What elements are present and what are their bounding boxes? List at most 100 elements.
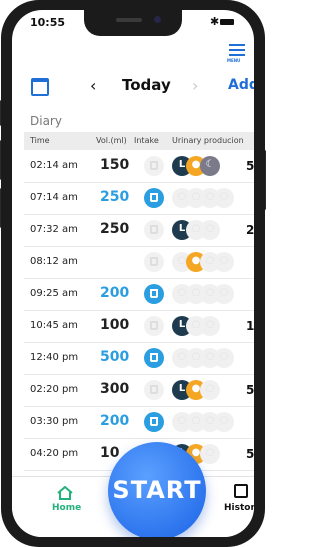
intake-cup-icon: [144, 284, 164, 304]
cup-glyph: [150, 385, 158, 394]
empty-slot-icon: ○: [200, 380, 220, 400]
empty-slot-icon: ○: [200, 316, 220, 336]
row-time: 03:30 pm: [30, 416, 79, 427]
urinary-icons: ○ ● ○ ○: [172, 252, 252, 272]
table-row[interactable]: 10:45 am100L○○1›: [24, 310, 254, 343]
menu-icon-bar: [229, 54, 245, 56]
start-button[interactable]: START: [108, 442, 206, 537]
row-volume: 300: [100, 381, 130, 397]
table-row[interactable]: 09:25 am200○○○○›: [24, 278, 254, 311]
status-time: 10:55: [30, 16, 66, 29]
diary-title: Diary: [30, 114, 62, 128]
intake-cup-icon: [144, 220, 164, 240]
row-time: 08:12 am: [30, 256, 78, 267]
table-header: Time Vol.(ml) Intake Urinary producion: [24, 132, 254, 150]
empty-slot-icon: ○: [214, 188, 234, 208]
intake-cup-icon: [144, 188, 164, 208]
row-count: 5: [246, 159, 254, 173]
row-volume: 250: [100, 221, 130, 237]
row-volume: 10: [100, 445, 120, 461]
urinary-icons: L ○ ○: [172, 220, 252, 240]
row-time: 12:40 pm: [30, 352, 79, 363]
empty-slot-icon: ○: [214, 348, 234, 368]
empty-slot-icon: ○: [214, 284, 234, 304]
row-time: 04:20 pm: [30, 448, 79, 459]
battery-icon: [220, 19, 234, 25]
header-time: Time: [30, 136, 50, 145]
row-time: 07:32 am: [30, 224, 78, 235]
intake-cup-icon: [144, 316, 164, 336]
next-day-button[interactable]: ›: [192, 76, 198, 95]
start-label: START: [112, 476, 202, 504]
table-row[interactable]: 03:30 pm200○○○○›: [24, 406, 254, 439]
add-button[interactable]: Add: [228, 77, 254, 93]
date-navigation: ‹ Today › Add: [12, 70, 254, 102]
row-time: 07:14 am: [30, 192, 78, 203]
previous-day-button[interactable]: ‹: [90, 76, 96, 95]
empty-slot-icon: ○: [200, 444, 220, 464]
urinary-icons: ○ ○ ○ ○: [172, 348, 252, 368]
row-time: 02:14 am: [30, 160, 78, 171]
urinary-icons: ○ ○ ○ ○: [172, 412, 252, 432]
header-urinary: Urinary producion: [172, 136, 244, 145]
row-count: 1: [246, 319, 254, 333]
row-time: 10:45 am: [30, 320, 78, 331]
urinary-icons: L●○: [172, 380, 252, 400]
row-volume: 500: [100, 349, 130, 365]
home-icon: [57, 486, 73, 500]
phone-device: 10:55 ✱ MENU ‹ Today › Add Diary Time Vo…: [0, 0, 266, 547]
row-time: 09:25 am: [30, 288, 78, 299]
row-volume: 200: [100, 285, 130, 301]
home-tab[interactable]: Home: [50, 484, 82, 520]
table-row[interactable]: 08:12 am○●○○›: [24, 246, 254, 279]
table-row[interactable]: 12:40 pm500○○○○›: [24, 342, 254, 375]
date-title: Today: [122, 76, 171, 94]
home-label: Home: [52, 503, 82, 513]
menu-button[interactable]: MENU: [226, 42, 248, 64]
row-volume: 250: [100, 189, 130, 205]
empty-slot-icon: ○: [214, 252, 234, 272]
intake-cup-icon: [144, 252, 164, 272]
menu-icon-bar: [229, 49, 245, 51]
intake-cup-icon: [144, 380, 164, 400]
urinary-icons: L ● ☾: [172, 156, 252, 176]
intake-cup-icon: [144, 348, 164, 368]
row-count: 5: [246, 447, 254, 461]
history-label: History: [224, 503, 254, 513]
row-count: 5: [246, 383, 254, 397]
table-row[interactable]: 07:14 am250○○○○›: [24, 182, 254, 215]
urinary-icons: ○ ○ ○ ○: [172, 188, 252, 208]
row-volume: 100: [100, 317, 130, 333]
row-count: 2: [246, 223, 254, 237]
history-icon: [234, 484, 248, 498]
empty-slot-icon: ○: [200, 220, 220, 240]
cup-glyph: [150, 321, 158, 330]
cup-glyph: [150, 289, 158, 298]
cup-glyph: [150, 257, 158, 266]
row-volume: 150: [100, 157, 130, 173]
table-row[interactable]: 02:14 am150L●☾5›: [24, 150, 254, 183]
moon-icon: ☾: [200, 156, 220, 176]
cup-glyph: [150, 225, 158, 234]
app-screen: 10:55 ✱ MENU ‹ Today › Add Diary Time Vo…: [12, 10, 254, 537]
bluetooth-icon: ✱: [210, 15, 220, 28]
header-volume: Vol.(ml): [96, 136, 127, 145]
intake-cup-icon: [144, 156, 164, 176]
menu-label: MENU: [227, 58, 241, 63]
urinary-icons: ○ ○ ○ ○: [172, 284, 252, 304]
cup-glyph: [150, 417, 158, 426]
row-time: 02:20 pm: [30, 384, 79, 395]
row-volume: 200: [100, 413, 130, 429]
header-intake: Intake: [134, 136, 159, 145]
status-bar: 10:55 ✱: [12, 10, 254, 38]
cup-glyph: [150, 193, 158, 202]
calendar-icon[interactable]: [31, 78, 49, 96]
table-row[interactable]: 07:32 am250L○○2›: [24, 214, 254, 247]
table-row[interactable]: 02:20 pm300L●○5›: [24, 374, 254, 407]
cup-glyph: [150, 161, 158, 170]
empty-slot-icon: ○: [214, 412, 234, 432]
intake-cup-icon: [144, 412, 164, 432]
urinary-icons: L ○ ○: [172, 316, 252, 336]
menu-icon-bar: [229, 44, 245, 46]
history-tab[interactable]: History: [224, 484, 254, 520]
